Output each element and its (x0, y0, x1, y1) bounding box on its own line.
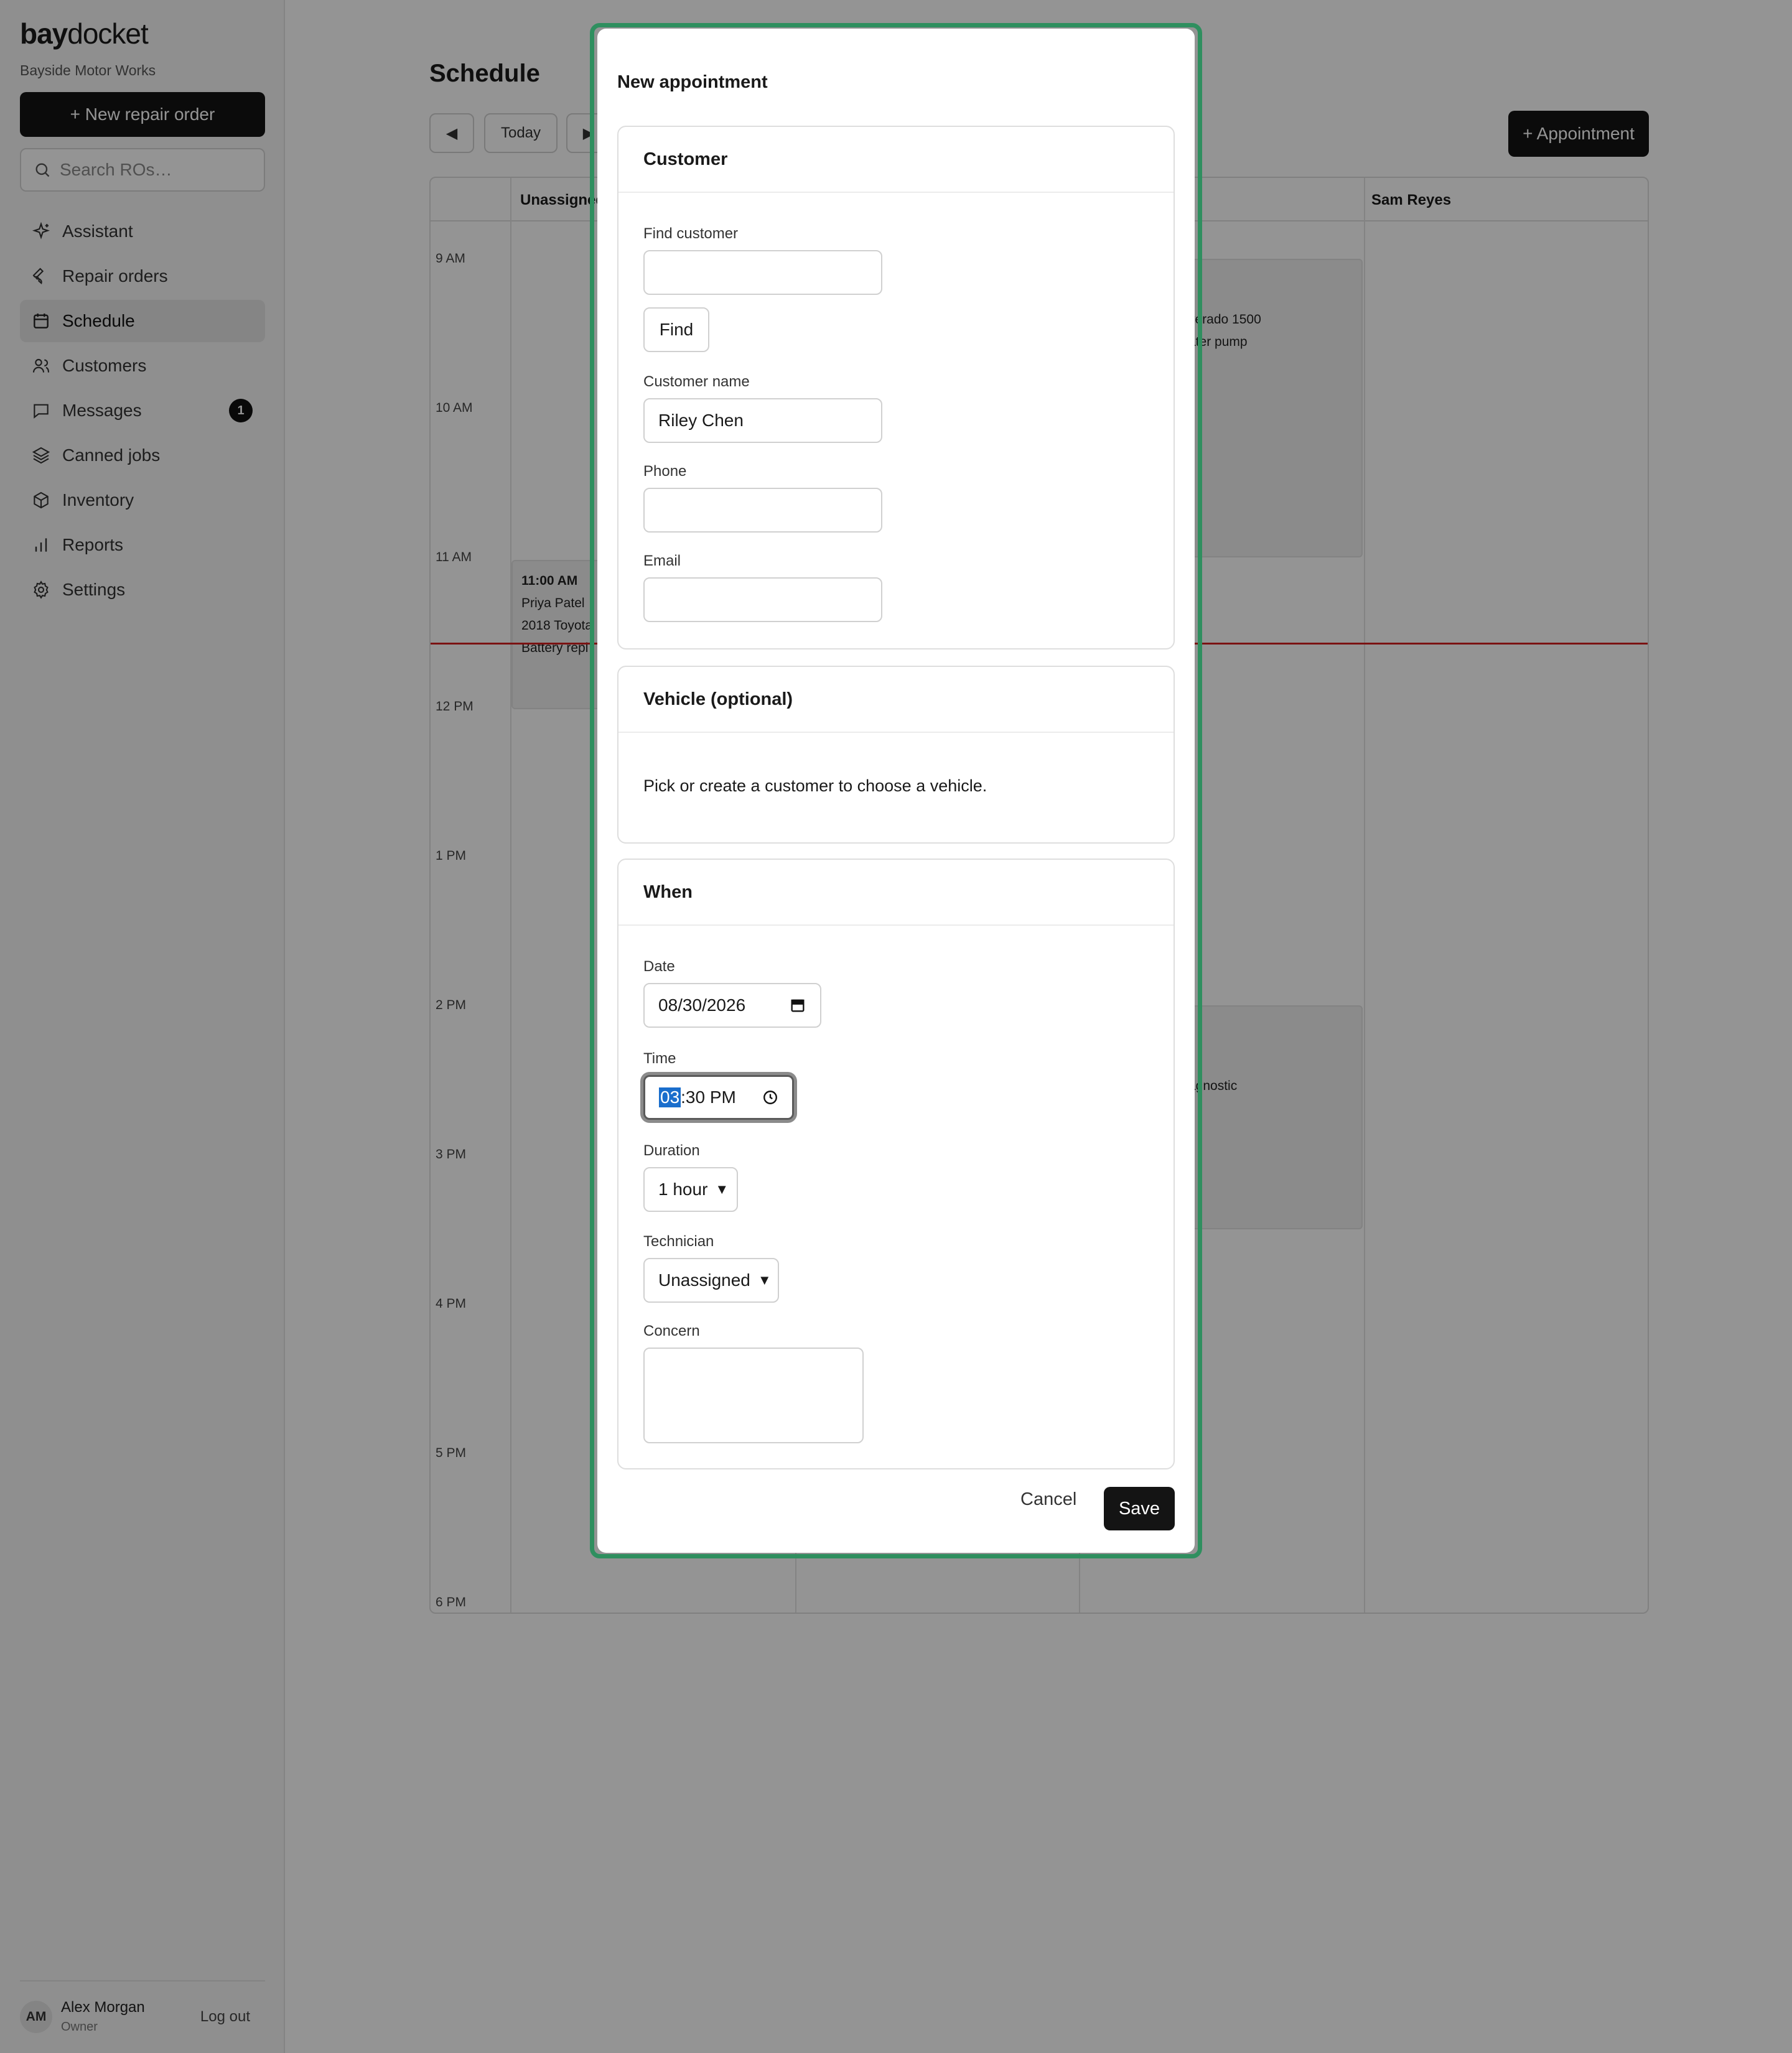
find-customer-label: Find customer (643, 225, 739, 242)
chevron-down-icon: ▼ (715, 1181, 729, 1197)
time-label: Time (643, 1050, 676, 1067)
new-appointment-dialog: New appointment Customer Find customer F… (597, 29, 1195, 1553)
email-label: Email (643, 552, 681, 569)
technician-value: Unassigned (658, 1270, 750, 1290)
phone-label: Phone (643, 463, 687, 480)
calendar-picker-icon[interactable] (789, 997, 806, 1014)
duration-value: 1 hour (658, 1180, 708, 1199)
concern-textarea[interactable] (643, 1348, 864, 1443)
phone-input[interactable] (643, 488, 882, 533)
time-rest: :30 PM (681, 1087, 736, 1107)
time-hour-segment[interactable]: 03 (659, 1087, 681, 1107)
duration-select[interactable]: 1 hour ▼ (643, 1167, 738, 1212)
technician-select[interactable]: Unassigned ▼ (643, 1258, 779, 1303)
section-heading: When (618, 860, 1174, 926)
chevron-down-icon: ▼ (757, 1272, 772, 1288)
find-button[interactable]: Find (643, 307, 709, 352)
technician-label: Technician (643, 1233, 714, 1250)
vehicle-section: Vehicle (optional) Pick or create a cust… (617, 666, 1175, 844)
dialog-title: New appointment (617, 72, 768, 92)
customer-section: Customer Find customer Find Customer nam… (617, 126, 1175, 649)
date-input[interactable]: 08/30/2026 (643, 983, 821, 1028)
section-heading: Customer (618, 127, 1174, 193)
time-input[interactable]: 03:30 PM (643, 1075, 794, 1120)
when-section: When Date 08/30/2026 Time 03:30 PM Durat… (617, 859, 1175, 1469)
duration-label: Duration (643, 1142, 700, 1159)
clock-icon[interactable] (762, 1089, 778, 1106)
find-customer-input[interactable] (643, 250, 882, 295)
cancel-button[interactable]: Cancel (1020, 1489, 1076, 1510)
save-button[interactable]: Save (1104, 1487, 1175, 1530)
vehicle-hint: Pick or create a customer to choose a ve… (643, 776, 987, 795)
customer-name-label: Customer name (643, 373, 750, 390)
concern-label: Concern (643, 1323, 700, 1339)
email-input[interactable] (643, 577, 882, 622)
section-heading: Vehicle (optional) (618, 667, 1174, 733)
customer-name-input[interactable]: Riley Chen (643, 398, 882, 443)
date-label: Date (643, 958, 675, 975)
date-value: 08/30/2026 (658, 995, 746, 1015)
